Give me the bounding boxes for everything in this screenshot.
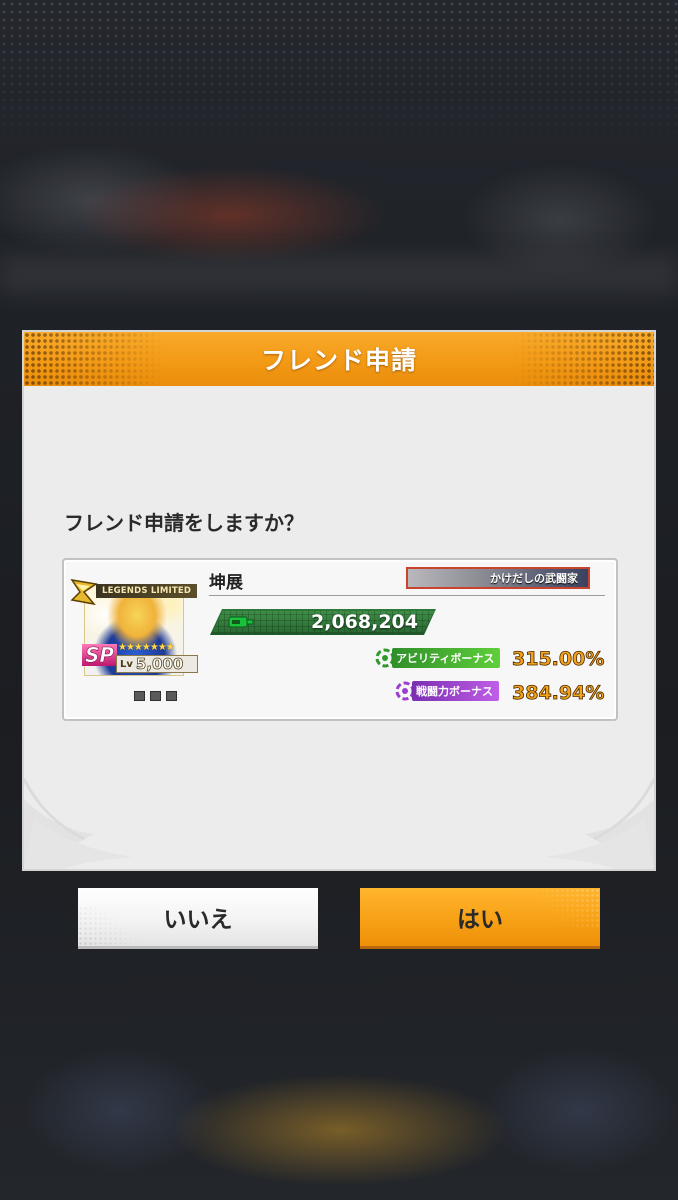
ability-bonus-label: アビリティボーナス [392, 648, 501, 668]
name-divider [209, 595, 605, 596]
character-icon[interactable]: LEGENDS LIMITED SP ★★★★★★★ Lv 5,000 [70, 578, 198, 678]
yes-button[interactable]: はい [360, 888, 600, 949]
dialog-header: フレンド申請 [24, 332, 654, 386]
equipment-slot-icon [134, 691, 145, 701]
player-name: 坤展 [209, 573, 243, 593]
ability-bonus-value: 315.00% [512, 648, 605, 671]
level-box: Lv 5,000 [116, 655, 198, 673]
legends-limited-tag: LEGENDS LIMITED [96, 584, 198, 598]
equipment-slot-icon [166, 691, 177, 701]
no-button-label: いいえ [163, 907, 233, 933]
friend-request-dialog: フレンド申請 フレンド申請をしますか？ LEGENDS LIMITED SP ★… [22, 330, 656, 871]
level-label: Lv [120, 658, 133, 670]
friend-card[interactable]: LEGENDS LIMITED SP ★★★★★★★ Lv 5,000 坤展 か… [62, 558, 618, 721]
confirmation-message: フレンド申請をしますか？ [64, 511, 304, 535]
yes-button-label: はい [457, 907, 503, 933]
brush-decoration-left [24, 778, 134, 869]
equipment-slots [134, 691, 177, 701]
power-bonus-label: 戦闘力ボーナス [412, 681, 499, 701]
ability-bonus-row: アビリティボーナス [374, 647, 501, 669]
star-rating: ★★★★★★★ [118, 642, 175, 653]
level-value: 5,000 [135, 655, 184, 674]
rarity-sp-badge: SP [82, 644, 118, 666]
power-bonus-value: 384.94% [512, 682, 605, 705]
rarity-emblem-icon [70, 578, 98, 606]
scouter-icon [228, 615, 254, 629]
battle-power-bar: 2,068,204 [210, 609, 436, 635]
brush-decoration-right [544, 778, 654, 869]
power-bonus-row: 戦闘力ボーナス [394, 680, 499, 702]
no-button[interactable]: いいえ [78, 888, 318, 949]
battle-power-value: 2,068,204 [311, 611, 418, 633]
equipment-slot-icon [150, 691, 161, 701]
dialog-title: フレンド申請 [260, 346, 417, 375]
player-title-plate: かけだしの武闘家 [406, 567, 590, 589]
